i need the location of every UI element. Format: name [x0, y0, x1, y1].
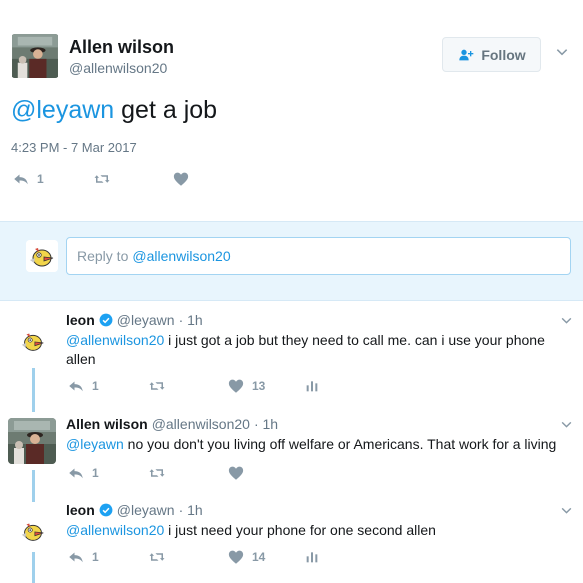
- analytics-action[interactable]: [304, 548, 320, 566]
- retweet-action[interactable]: [91, 170, 119, 188]
- verified-icon: [99, 313, 113, 327]
- reply-actions: 1 14: [66, 548, 366, 566]
- bird-avatar-icon[interactable]: [18, 326, 48, 356]
- reply-prefix: Reply to: [77, 248, 129, 264]
- reply-body: i just need your phone for one second al…: [164, 522, 436, 538]
- like-icon: [226, 377, 246, 395]
- author-name[interactable]: Allen wilson: [69, 37, 174, 58]
- reply-composer: Reply to @allenwilson20: [0, 221, 583, 301]
- reply-time[interactable]: · 1h: [179, 312, 203, 328]
- like-action[interactable]: 14: [226, 548, 265, 566]
- reply-mention[interactable]: @allenwilson20: [66, 522, 164, 538]
- retweet-action[interactable]: [146, 548, 174, 566]
- reply-author-handle[interactable]: @leyawn: [117, 502, 175, 518]
- tweet-text: @leyawn get a job: [11, 96, 217, 125]
- reply-author-name[interactable]: leon: [66, 312, 95, 328]
- chevron-down-icon[interactable]: [560, 504, 573, 517]
- reply-author-name[interactable]: leon: [66, 502, 95, 518]
- reply-mention[interactable]: @leyawn: [66, 436, 124, 452]
- reply-input[interactable]: Reply to @allenwilson20: [66, 237, 571, 275]
- bird-avatar-icon[interactable]: [18, 516, 48, 546]
- reply-action[interactable]: 1: [11, 170, 44, 188]
- reply-count: 1: [92, 379, 99, 393]
- reply-text: @leyawn no you don't you living off welf…: [66, 435, 571, 454]
- reply-actions: 1: [66, 464, 366, 482]
- thread-line: [32, 470, 35, 502]
- reply-author-avatar[interactable]: [8, 418, 56, 464]
- reply-tweet[interactable]: Allen wilson @allenwilson20 · 1h @leyawn…: [0, 416, 583, 502]
- reply-mention[interactable]: @allenwilson20: [66, 332, 164, 348]
- retweet-icon: [91, 170, 113, 188]
- bird-avatar-icon: [26, 240, 58, 272]
- author-avatar[interactable]: [11, 34, 59, 78]
- verified-icon: [99, 503, 113, 517]
- like-icon: [226, 464, 246, 482]
- like-action[interactable]: 13: [226, 377, 265, 395]
- chevron-down-icon[interactable]: [555, 45, 569, 59]
- like-icon: [226, 548, 246, 566]
- reply-author-handle[interactable]: @allenwilson20: [152, 416, 250, 432]
- avatar-photo-icon: [8, 418, 56, 464]
- reply-body: no you don't you living off welfare or A…: [123, 436, 557, 452]
- reply-time[interactable]: · 1h: [179, 502, 203, 518]
- reply-header: Allen wilson @allenwilson20 · 1h: [66, 416, 278, 432]
- like-count: 13: [252, 379, 266, 393]
- add-user-icon: [457, 47, 475, 63]
- chevron-down-icon[interactable]: [560, 418, 573, 431]
- tweet-timestamp[interactable]: 4:23 PM - 7 Mar 2017: [11, 140, 137, 155]
- reply-icon: [66, 464, 86, 482]
- reply-count: 1: [92, 466, 99, 480]
- analytics-action[interactable]: [304, 377, 320, 395]
- reply-header: leon @leyawn · 1h: [66, 312, 203, 328]
- reply-icon: [66, 377, 86, 395]
- reply-author-handle[interactable]: @leyawn: [117, 312, 175, 328]
- analytics-icon: [304, 548, 320, 566]
- main-tweet: Allen wilson @allenwilson20 Follow @leya…: [0, 0, 583, 221]
- follow-label: Follow: [481, 46, 526, 63]
- retweet-action[interactable]: [146, 464, 174, 482]
- reply-icon: [11, 170, 31, 188]
- reply-header: leon @leyawn · 1h: [66, 502, 203, 518]
- like-action[interactable]: [171, 170, 197, 188]
- thread-line: [32, 552, 35, 583]
- reply-tweet[interactable]: leon @leyawn · 1h @allenwilson20 i just …: [0, 502, 583, 583]
- analytics-icon: [304, 377, 320, 395]
- like-action[interactable]: [226, 464, 252, 482]
- follow-button[interactable]: Follow: [442, 37, 541, 72]
- retweet-action[interactable]: [146, 377, 174, 395]
- retweet-icon: [146, 548, 168, 566]
- reply-tweet[interactable]: leon @leyawn · 1h @allenwilson20 i just …: [0, 312, 583, 402]
- chevron-down-icon[interactable]: [560, 314, 573, 327]
- reply-action[interactable]: 1: [66, 377, 99, 395]
- reply-mention: @allenwilson20: [132, 248, 231, 264]
- author-handle[interactable]: @allenwilson20: [69, 60, 167, 76]
- avatar-photo-icon: [11, 34, 59, 78]
- reply-actions: 1 13: [66, 377, 366, 395]
- reply-text: @allenwilson20 i just got a job but they…: [66, 331, 571, 369]
- reply-action[interactable]: 1: [66, 464, 99, 482]
- reply-text: @allenwilson20 i just need your phone fo…: [66, 521, 571, 540]
- thread-line: [32, 368, 35, 412]
- reply-icon: [66, 548, 86, 566]
- reply-count: 1: [37, 172, 44, 186]
- like-count: 14: [252, 550, 266, 564]
- reply-action[interactable]: 1: [66, 548, 99, 566]
- retweet-icon: [146, 464, 168, 482]
- reply-count: 1: [92, 550, 99, 564]
- tweet-body: get a job: [114, 96, 218, 124]
- retweet-icon: [146, 377, 168, 395]
- current-user-avatar: [26, 240, 58, 272]
- tweet-mention[interactable]: @leyawn: [11, 96, 114, 124]
- reply-author-name[interactable]: Allen wilson: [66, 416, 148, 432]
- like-icon: [171, 170, 191, 188]
- reply-time[interactable]: · 1h: [254, 416, 278, 432]
